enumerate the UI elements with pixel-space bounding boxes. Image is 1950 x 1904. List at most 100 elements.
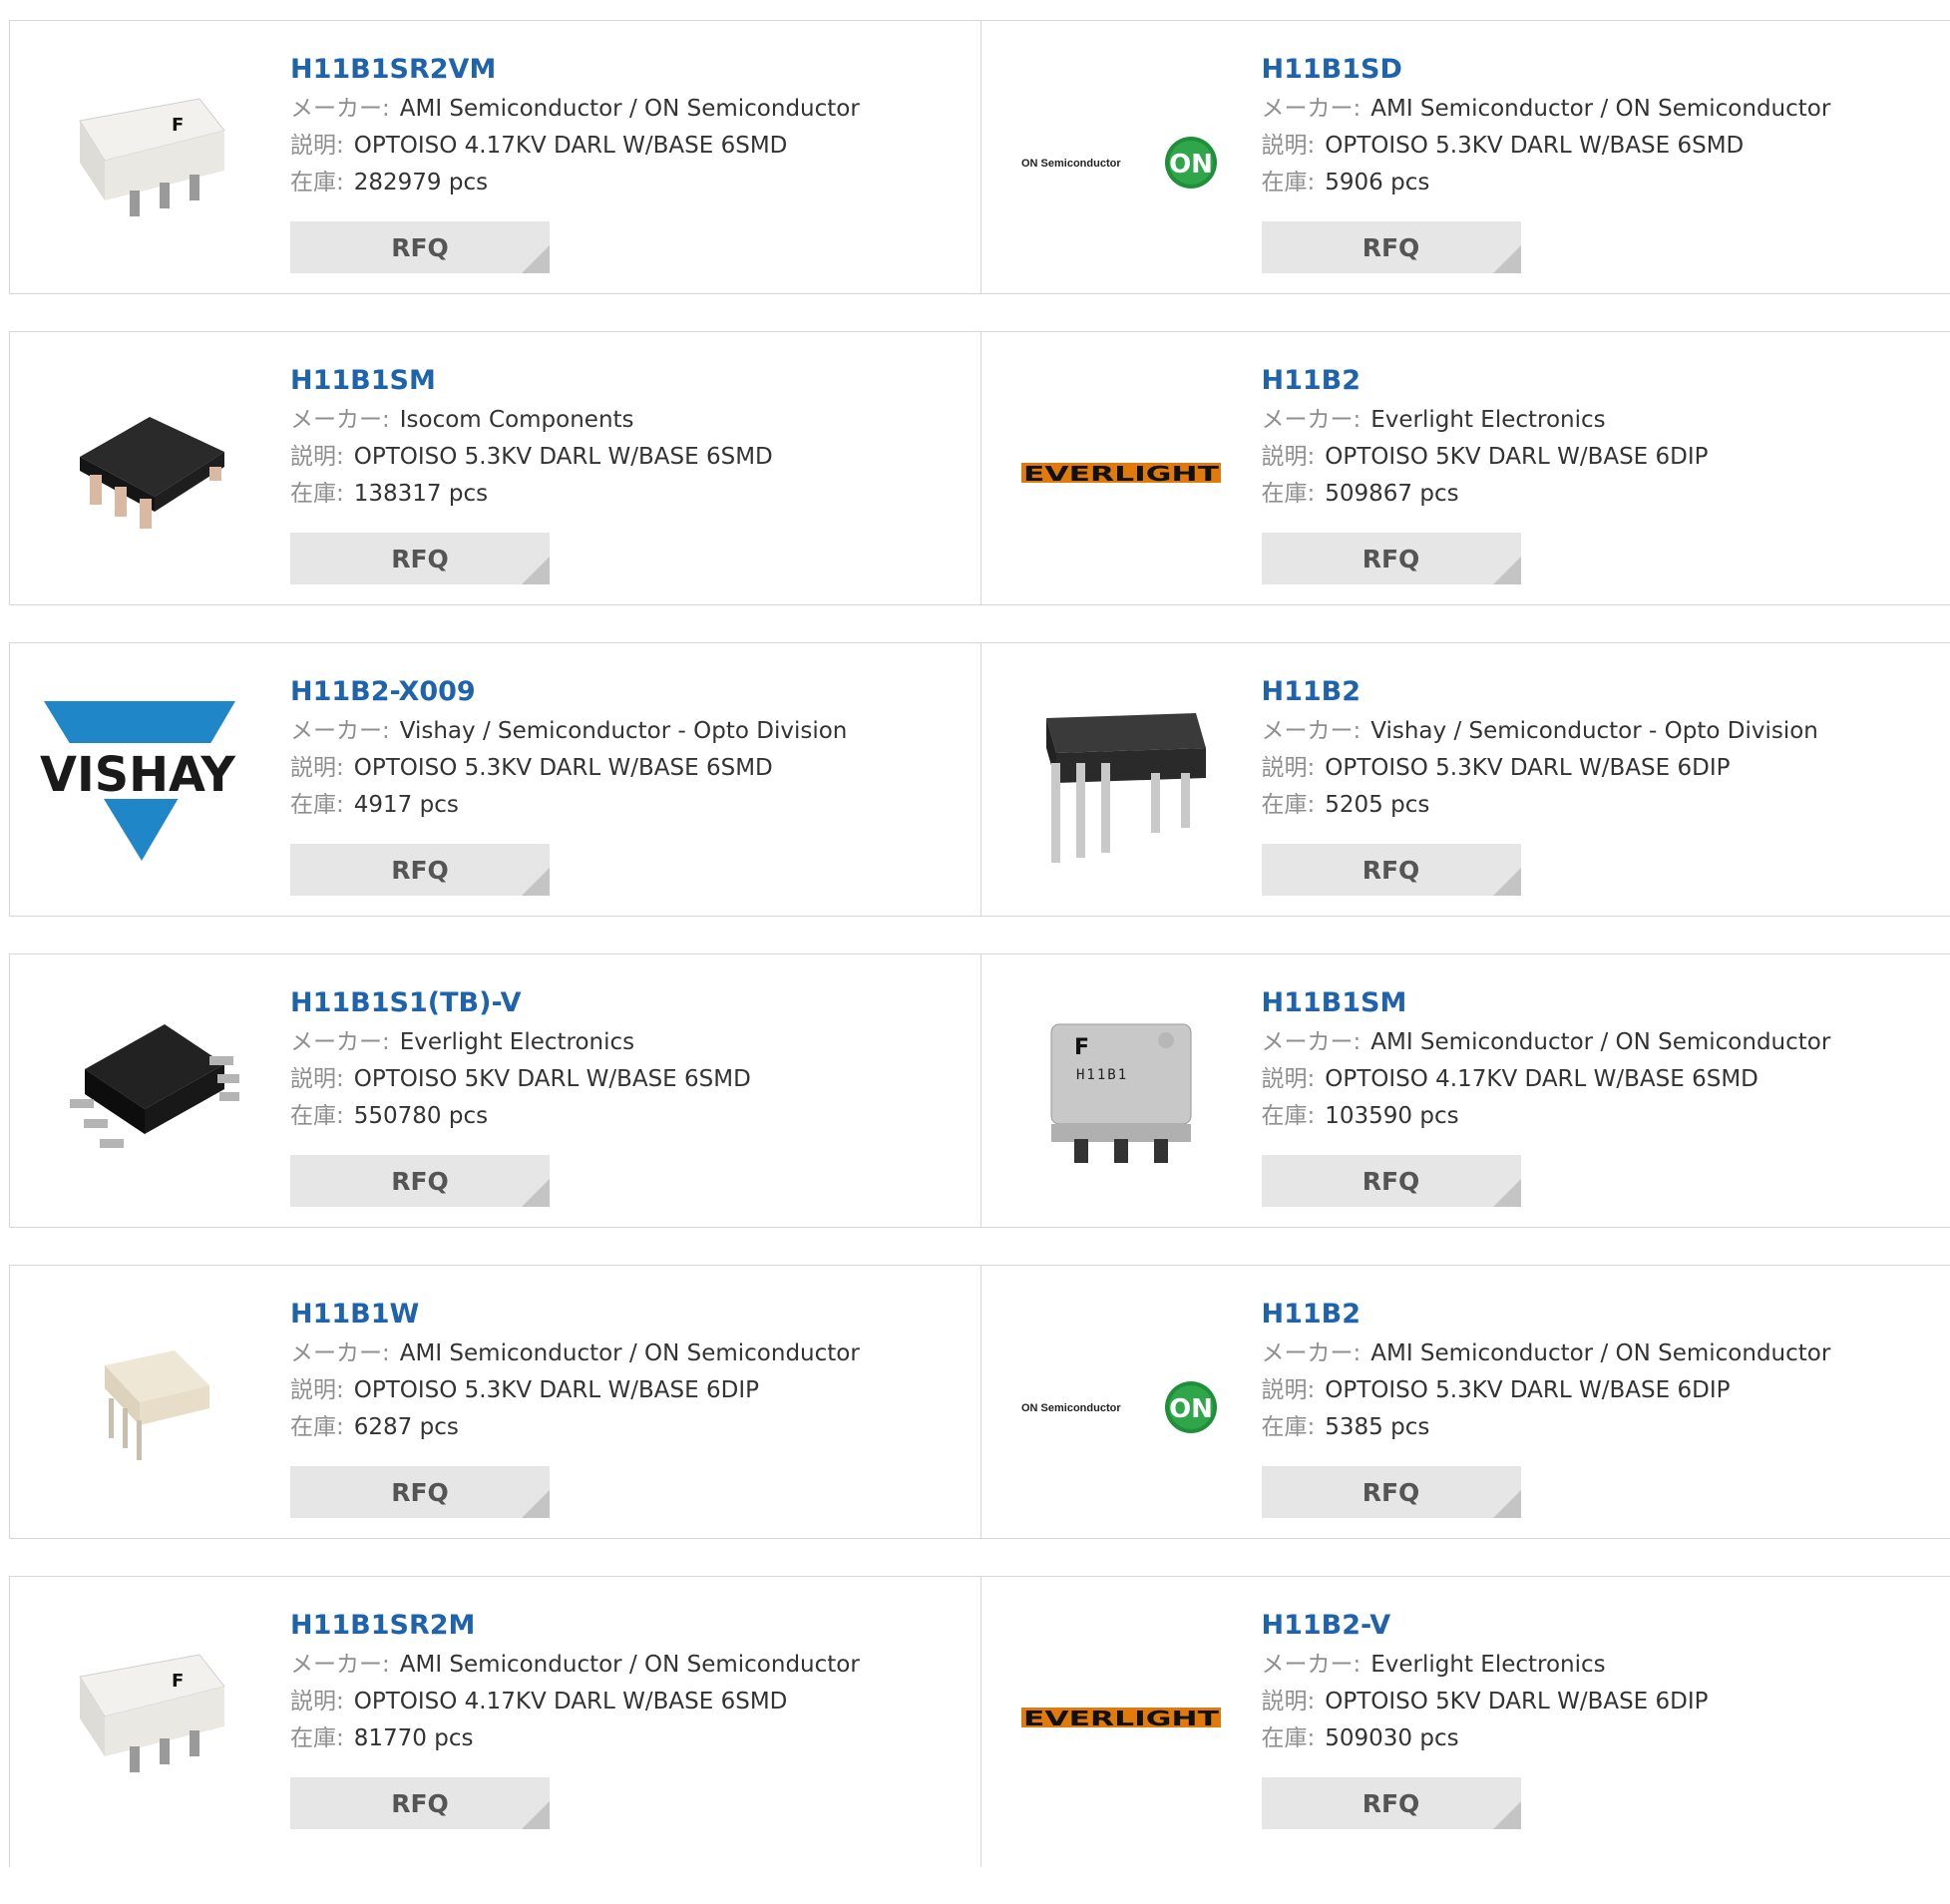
part-number-link[interactable]: H11B2-V <box>1262 1605 1709 1647</box>
black-smd-chip-angled[interactable] <box>50 372 249 571</box>
on-semiconductor-logo[interactable]: ON SemiconductorON <box>1021 61 1221 260</box>
rfq-button[interactable]: RFQ <box>1262 221 1521 273</box>
everlight-wordmark: EVERLIGHT <box>1023 462 1220 486</box>
stock-line: 在庫: 6287 pcs <box>290 1409 860 1446</box>
description-line: 説明:OPTOISO 5.3KV DARL W/BASE 6SMD <box>290 439 773 476</box>
white-smd-chip[interactable]: F <box>50 1617 249 1816</box>
product-card: VISHAY H11B2-X009 メーカー:Vishay / Semicond… <box>10 643 980 916</box>
product-grid: F H11B1SR2VM メーカー: AMI Semiconductor / ON… <box>9 20 1950 1904</box>
maker-label: メーカー: <box>1262 1340 1362 1366</box>
product-card: H11B1W メーカー:AMI Semiconductor / ON Semic… <box>10 1266 980 1538</box>
maker-value: AMI Semiconductor / ON Semiconductor <box>400 96 860 122</box>
description-value: OPTOISO 5.3KV DARL W/BASE 6DIP <box>1325 1377 1730 1403</box>
description-line: 説明:OPTOISO 5.3KV DARL W/BASE 6DIP <box>290 1372 860 1409</box>
part-number-link[interactable]: H11B2 <box>1262 1294 1831 1335</box>
rfq-button[interactable]: RFQ <box>290 1155 550 1207</box>
stock-label: 在庫: <box>290 792 344 818</box>
rfq-button[interactable]: RFQ <box>290 1777 550 1829</box>
rfq-corner-decoration <box>522 1179 550 1207</box>
rfq-button[interactable]: RFQ <box>1262 844 1521 896</box>
stock-value: 81770 pcs <box>354 1725 474 1751</box>
gray-chip-h11b1[interactable]: FH11B1 <box>1021 994 1221 1194</box>
white-dip-chip[interactable] <box>50 1306 249 1505</box>
part-number-link[interactable]: H11B1SM <box>1262 982 1831 1024</box>
maker-value: Everlight Electronics <box>400 1029 634 1055</box>
vishay-logo[interactable]: VISHAY <box>50 683 249 883</box>
rfq-button[interactable]: RFQ <box>290 533 550 584</box>
stock-value: 138317 pcs <box>354 481 488 507</box>
product-card: ON SemiconductorON H11B2 メーカー: AMI Semico… <box>980 1266 1950 1538</box>
rfq-button[interactable]: RFQ <box>1262 533 1521 584</box>
description-label: 説明: <box>1262 444 1316 470</box>
stock-value: 509030 pcs <box>1325 1725 1458 1751</box>
maker-value: Isocom Components <box>400 407 634 433</box>
on-semiconductor-wordmark: ON Semiconductor <box>1021 158 1121 170</box>
stock-value: 550780 pcs <box>354 1103 488 1129</box>
rfq-button[interactable]: RFQ <box>1262 1155 1521 1207</box>
description-line: 説明:OPTOISO 5.3KV DARL W/BASE 6SMD <box>1262 128 1831 165</box>
rfq-button[interactable]: RFQ <box>290 844 550 896</box>
maker-label: メーカー: <box>1262 718 1362 744</box>
product-card: F H11B1SR2VM メーカー:AMI Semiconductor / ON… <box>10 21 980 293</box>
maker-line: メーカー:Vishay / Semiconductor - Opto Divis… <box>1262 713 1818 750</box>
part-number-link[interactable]: H11B1S1(TB)-V <box>290 982 751 1024</box>
description-value: OPTOISO 5KV DARL W/BASE 6SMD <box>354 1066 751 1092</box>
maker-value: AMI Semiconductor / ON Semiconductor <box>400 1652 860 1678</box>
rfq-button[interactable]: RFQ <box>290 221 550 273</box>
stock-line: 在庫:5906 pcs <box>1262 165 1831 201</box>
product-card: EVERLIGHT H11B2 メーカー:Everlight Electroni… <box>980 332 1950 604</box>
stock-label: 在庫: <box>1262 170 1316 195</box>
product-info: H11B1W メーカー:AMI Semiconductor / ON Semic… <box>290 1294 860 1446</box>
on-badge-text: ON <box>1169 1394 1213 1424</box>
stock-value: 4917 pcs <box>354 792 459 818</box>
rfq-button[interactable]: RFQ <box>1262 1466 1521 1518</box>
part-number-link[interactable]: H11B1SD <box>1262 49 1831 91</box>
part-number-link[interactable]: H11B1SR2VM <box>290 49 860 91</box>
description-label: 説明: <box>1262 1377 1316 1403</box>
stock-line: 在庫:282979 pcs <box>290 165 860 201</box>
description-value: OPTOISO 5.3KV DARL W/BASE 6DIP <box>354 1377 759 1403</box>
maker-label: メーカー: <box>290 1029 390 1055</box>
stock-label: 在庫: <box>1262 1414 1316 1440</box>
maker-line: メーカー: AMI Semiconductor / ON Semiconducto… <box>1262 1335 1831 1372</box>
part-number-link[interactable]: H11B1W <box>290 1294 860 1335</box>
rfq-label: RFQ <box>391 545 449 573</box>
maker-value: AMI Semiconductor / ON Semiconductor <box>1370 1340 1830 1366</box>
part-number-link[interactable]: H11B2-X009 <box>290 671 847 713</box>
rfq-label: RFQ <box>391 1167 449 1196</box>
chip-marking: H11B1 <box>1076 1067 1128 1083</box>
white-smd-chip[interactable]: F <box>50 61 249 260</box>
stock-label: 在庫: <box>1262 1103 1316 1129</box>
rfq-corner-decoration <box>1493 868 1521 896</box>
rfq-corner-decoration <box>522 1801 550 1829</box>
on-semiconductor-logo[interactable]: ON SemiconductorON <box>1021 1306 1221 1505</box>
part-number-link[interactable]: H11B1SM <box>290 360 773 402</box>
product-row: VISHAY H11B2-X009 メーカー:Vishay / Semicond… <box>9 642 1950 917</box>
stock-value: 5205 pcs <box>1325 792 1429 818</box>
rfq-button[interactable]: RFQ <box>290 1466 550 1518</box>
svg-text:F: F <box>172 1671 184 1692</box>
maker-line: メーカー:AMI Semiconductor / ON Semiconducto… <box>1262 1024 1831 1061</box>
everlight-logo[interactable]: EVERLIGHT <box>1021 372 1221 571</box>
product-card: EVERLIGHT H11B2-V メーカー:Everlight Electro… <box>980 1577 1950 1867</box>
rfq-corner-decoration <box>1493 1179 1521 1207</box>
part-number-link[interactable]: H11B1SR2M <box>290 1605 860 1647</box>
product-card: F H11B1SR2M メーカー:AMI Semiconductor / ON … <box>10 1577 980 1867</box>
black-dip-chip[interactable] <box>1021 683 1221 883</box>
part-number-link[interactable]: H11B2 <box>1262 671 1818 713</box>
stock-label: 在庫: <box>290 1414 344 1440</box>
rfq-button[interactable]: RFQ <box>1262 1777 1521 1829</box>
stock-value: 6287 pcs <box>354 1414 459 1440</box>
description-line: 説明:OPTOISO 4.17KV DARL W/BASE 6SMD <box>1262 1061 1831 1098</box>
part-number-link[interactable]: H11B2 <box>1262 360 1709 402</box>
rfq-corner-decoration <box>1493 1490 1521 1518</box>
maker-line: メーカー:AMI Semiconductor / ON Semiconducto… <box>290 1335 860 1372</box>
description-label: 説明: <box>290 1689 344 1714</box>
stock-label: 在庫: <box>1262 1725 1316 1751</box>
maker-value: Vishay / Semiconductor - Opto Division <box>400 718 848 744</box>
description-line: 説明:OPTOISO 5.3KV DARL W/BASE 6DIP <box>1262 750 1818 787</box>
description-label: 説明: <box>1262 133 1316 159</box>
everlight-logo[interactable]: EVERLIGHT <box>1021 1617 1221 1816</box>
black-smd-chip[interactable] <box>50 994 249 1194</box>
description-value: OPTOISO 5.3KV DARL W/BASE 6DIP <box>1325 755 1730 781</box>
